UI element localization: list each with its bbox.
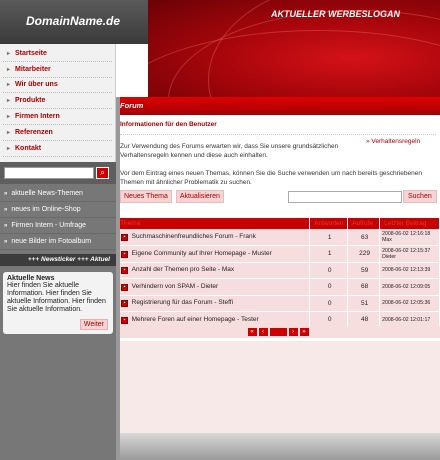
last-page-icon[interactable]: » xyxy=(299,328,309,336)
header-banner: AKTUELLER WERBESLOGAN xyxy=(148,0,440,97)
sidebar-search: ⌕ xyxy=(0,162,116,184)
weiter-button[interactable]: Weiter xyxy=(79,319,108,330)
double-chevron-icon: » xyxy=(4,238,8,245)
topic-icon: ▪ xyxy=(121,300,128,308)
column-header[interactable]: Thema xyxy=(116,218,311,229)
prev-page-icon[interactable]: ‹ xyxy=(258,328,268,336)
forum-search-button[interactable]: Suchen xyxy=(403,190,437,203)
rules-link[interactable]: » Verhaltensregeln xyxy=(366,138,420,145)
page-input[interactable] xyxy=(269,328,287,336)
nav-item-produkte[interactable]: ▸ Produkte xyxy=(3,93,112,110)
table-row[interactable]: ▪ Anzahl der Themen pro Seite - Max 0 59… xyxy=(116,262,440,279)
info-text: Zur Verwendung des Forums erwarten wir, … xyxy=(120,143,339,159)
forum-topic-table: Thema Antworten Aufrufe Letzter Beitrag … xyxy=(116,218,440,329)
arrow-icon: ▸ xyxy=(7,66,11,73)
content-background xyxy=(116,341,440,433)
news-box: Aktuelle News Hier finden Sie aktuelle I… xyxy=(3,272,113,334)
newsticker: +++ Newsticker +++ Aktuel xyxy=(0,254,116,266)
news-box-body: Hier finden Sie aktuelle Information. Hi… xyxy=(7,282,106,313)
table-row[interactable]: ▪ Eigene Community auf Ihrer Homepage - … xyxy=(116,245,440,263)
topic-icon: ▪ xyxy=(121,283,128,291)
main-content: Forum Informationen für den Benutzer Zur… xyxy=(116,97,440,460)
arrow-icon: ▸ xyxy=(7,98,11,105)
column-header[interactable]: Letzter Beitrag xyxy=(379,218,440,229)
column-divider xyxy=(116,97,120,460)
forum-actions: Neues Thema Aktualisieren xyxy=(120,190,224,203)
topic-icon: ▪ xyxy=(121,250,128,258)
news-link[interactable]: » aktuelle News-Themen xyxy=(0,186,116,202)
nav-item-referenzen[interactable]: ▸ Referenzen xyxy=(3,125,112,141)
double-chevron-icon: » xyxy=(4,206,8,213)
forum-search-input[interactable] xyxy=(288,191,402,203)
pagination: « ‹ › » xyxy=(116,326,440,338)
info-title: Informationen für den Benutzer xyxy=(120,121,436,135)
forum-header: Forum xyxy=(116,97,440,115)
arrow-icon: ▸ xyxy=(7,82,11,89)
news-links: » aktuelle News-Themen » neues im Online-S… xyxy=(0,184,116,252)
nav-item-firmen-intern[interactable]: ▸ Firmen Intern xyxy=(3,109,112,125)
next-page-icon[interactable]: › xyxy=(288,328,298,336)
table-row[interactable]: ▪ Registrierung für das Forum - Steffi 0… xyxy=(116,295,440,312)
new-topic-button[interactable]: Neues Thema xyxy=(120,190,172,203)
column-header[interactable]: Aufrufe xyxy=(347,218,381,229)
news-link[interactable]: » neue Bilder im Fotoalbum xyxy=(0,234,116,250)
double-chevron-icon: » xyxy=(4,190,8,197)
nav-item-mitarbeiter[interactable]: ▸ Mitarbeiter xyxy=(3,62,112,78)
table-row[interactable]: ▪ Verhindern von SPAM - Dieter 0 68 2008… xyxy=(116,278,440,296)
slogan: AKTUELLER WERBESLOGAN xyxy=(271,9,400,19)
refresh-button[interactable]: Aktualisieren xyxy=(175,190,224,203)
nav-item-wir-ueber-uns[interactable]: ▸ Wir über uns xyxy=(3,78,112,94)
arrow-icon: ▸ xyxy=(7,145,11,152)
double-chevron-icon: » xyxy=(4,222,8,229)
topic-icon: ▪ xyxy=(121,234,128,241)
nav-item-kontakt[interactable]: ▸ Kontakt xyxy=(3,141,112,157)
news-box-title: Aktuelle News xyxy=(7,275,55,282)
info-text-search: Vor dem Eintrag eines neuen Themas, könn… xyxy=(120,170,422,186)
arrow-icon: ▸ xyxy=(7,129,11,136)
table-header-row: Thema Antworten Aufrufe Letzter Beitrag xyxy=(116,218,440,229)
table-row[interactable]: ▪ Suchmaschinenfreundliches Forum - Fran… xyxy=(116,229,440,246)
footer-bar xyxy=(116,433,440,460)
news-link[interactable]: » Firmen Intern - Umfrage xyxy=(0,218,116,234)
arrow-icon: ▸ xyxy=(7,114,11,121)
first-page-icon[interactable]: « xyxy=(247,328,257,336)
main-nav: ▸ Startseite ▸ Mitarbeiter ▸ Wir über uns ▸… xyxy=(0,44,116,162)
topic-icon: ▪ xyxy=(121,316,128,324)
nav-item-startseite[interactable]: ▸ Startseite xyxy=(3,46,112,62)
search-icon[interactable]: ⌕ xyxy=(96,167,109,179)
arrow-icon: ▸ xyxy=(7,50,11,57)
topic-icon: ▪ xyxy=(121,267,128,275)
site-logo[interactable]: DomainName.de xyxy=(0,0,148,44)
left-sidebar: ▸ Startseite ▸ Mitarbeiter ▸ Wir über uns ▸… xyxy=(0,44,116,460)
news-link[interactable]: » neues im Online-Shop xyxy=(0,202,116,218)
column-header[interactable]: Antworten xyxy=(309,218,349,229)
sidebar-search-input[interactable] xyxy=(4,167,94,179)
